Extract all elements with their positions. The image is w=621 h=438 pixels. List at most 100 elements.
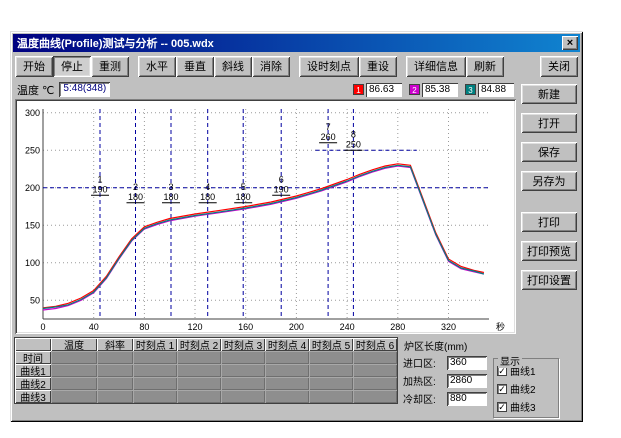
table-cell-r4c8 [353,390,397,403]
table-cell-r4c3 [133,390,177,403]
refresh-button[interactable]: 刷新 [466,56,504,77]
table-cell-r3c7 [309,377,353,390]
table-row-label-3: 曲线2 [15,377,51,390]
table-row-label-2: 曲线1 [15,364,51,377]
table-cell-r1c3 [133,351,177,364]
toolbar-group-3: 设时刻点重设 [299,56,397,77]
svg-text:250: 250 [346,139,361,149]
inlet-zone-input[interactable]: 360 [447,356,487,370]
svg-text:190: 190 [92,184,107,194]
display-checkboxes: ✓曲线1✓曲线2✓曲线3 [497,363,556,414]
heating-zone-label: 加热区: [403,373,447,388]
erase-button[interactable]: 消除 [252,56,290,77]
legend: 186.63285.38384.88 [353,83,514,97]
svg-text:260: 260 [321,132,336,142]
stop-button[interactable]: 停止 [53,56,91,77]
table-cell-r1c1 [51,351,97,364]
cooling-zone-input[interactable]: 880 [447,392,487,406]
measurement-table: 温度斜率时刻点 1时刻点 2时刻点 3时刻点 4时刻点 5时刻点 6时间曲线1曲… [15,338,397,403]
svg-text:150: 150 [25,220,40,230]
table-header-6: 时刻点 4 [265,338,309,351]
details-button[interactable]: 详细信息 [406,56,466,77]
heating-zone-row: 加热区:2860 [403,373,487,388]
svg-text:240: 240 [340,322,355,332]
curve2-checkbox-label: 曲线2 [510,381,536,396]
svg-text:250: 250 [25,145,40,155]
table-cell-r2c4 [177,364,221,377]
save-as-button[interactable]: 另存为 [521,171,577,191]
legend-item-curve2: 285.38 [409,83,458,97]
new-button[interactable]: 新建 [521,84,577,104]
curve2-display-row: ✓曲线2 [497,381,556,396]
svg-text:1: 1 [97,174,102,184]
table-cell-r2c1 [51,364,97,377]
table-cell-r4c6 [265,390,309,403]
svg-text:100: 100 [25,258,40,268]
table-cell-r1c7 [309,351,353,364]
curve3-visibility-checkbox[interactable]: ✓ [497,402,507,412]
svg-text:6: 6 [279,174,284,184]
reset-button[interactable]: 重设 [359,56,397,77]
table-header-1: 温度 [51,338,97,351]
vertical-button[interactable]: 垂直 [176,56,214,77]
svg-text:秒: 秒 [496,321,505,332]
inlet-zone-label: 进口区: [403,355,447,370]
table-cell-r1c8 [353,351,397,364]
curve3-color-swatch: 3 [465,84,476,95]
legend-item-curve3: 384.88 [465,83,514,97]
table-cell-r4c7 [309,390,353,403]
curve3-current-temp: 84.88 [478,83,514,97]
open-button[interactable]: 打开 [521,113,577,133]
app-window: 温度曲线(Profile)测试与分析 -- 005.wdx × 开始停止重测水平… [10,31,583,422]
close-button[interactable]: 关闭 [540,56,578,77]
table-cell-r3c2 [97,377,133,390]
table-cell-r3c5 [221,377,265,390]
table-cell-r2c3 [133,364,177,377]
close-icon[interactable]: × [562,36,578,50]
zones-body: 进口区:360加热区:2860冷却区:880 显示 ✓曲线1✓曲线2✓曲线3 [403,355,577,418]
curve3-checkbox-label: 曲线3 [510,399,536,414]
file-actions-column: 新建打开保存另存为打印打印预览打印设置 [516,80,578,334]
horizontal-button[interactable]: 水平 [138,56,176,77]
y-axis-title: 温度 ℃ [17,82,54,98]
curve2-visibility-checkbox[interactable]: ✓ [497,384,507,394]
svg-text:2: 2 [133,182,138,192]
set-time-points-button[interactable]: 设时刻点 [299,56,359,77]
table-cell-r2c5 [221,364,265,377]
table-cell-r2c2 [97,364,133,377]
svg-text:320: 320 [441,322,456,332]
slant-button[interactable]: 斜线 [214,56,252,77]
curve1-current-temp: 86.63 [366,83,402,97]
heating-zone-input[interactable]: 2860 [447,374,487,388]
table-cell-r3c3 [133,377,177,390]
svg-text:190: 190 [274,184,289,194]
retest-button[interactable]: 重测 [91,56,129,77]
print-button[interactable]: 打印 [521,212,577,232]
print-preview-button[interactable]: 打印预览 [521,241,577,261]
table-cell-r1c4 [177,351,221,364]
save-button[interactable]: 保存 [521,142,577,162]
svg-text:180: 180 [128,192,143,202]
toolbar-group-2: 水平垂直斜线消除 [138,56,290,77]
table-cell-r4c4 [177,390,221,403]
svg-text:160: 160 [238,322,253,332]
print-setup-button[interactable]: 打印设置 [521,270,577,290]
toolbar: 开始停止重测水平垂直斜线消除设时刻点重设详细信息刷新 关闭 [13,52,580,79]
toolbar-group-4: 详细信息刷新 [406,56,504,77]
table-cell-r4c5 [221,390,265,403]
table-cell-r1c5 [221,351,265,364]
table-header-5: 时刻点 3 [221,338,265,351]
svg-text:0: 0 [40,322,45,332]
table-cell-r4c2 [97,390,133,403]
inlet-zone-row: 进口区:360 [403,355,487,370]
table-header-8: 时刻点 6 [353,338,397,351]
table-cell-r3c8 [353,377,397,390]
chart-header: 温度 ℃ 5:48(348) 186.63285.38384.88 [15,80,516,99]
svg-text:7: 7 [326,122,331,132]
toolbar-group-1: 开始停止重测 [15,56,129,77]
start-button[interactable]: 开始 [15,56,53,77]
svg-text:8: 8 [351,129,356,139]
chart-area[interactable]: 5010015020025030004080120160200240280320… [15,99,516,334]
table-cell-r3c4 [177,377,221,390]
table-cell-r2c8 [353,364,397,377]
